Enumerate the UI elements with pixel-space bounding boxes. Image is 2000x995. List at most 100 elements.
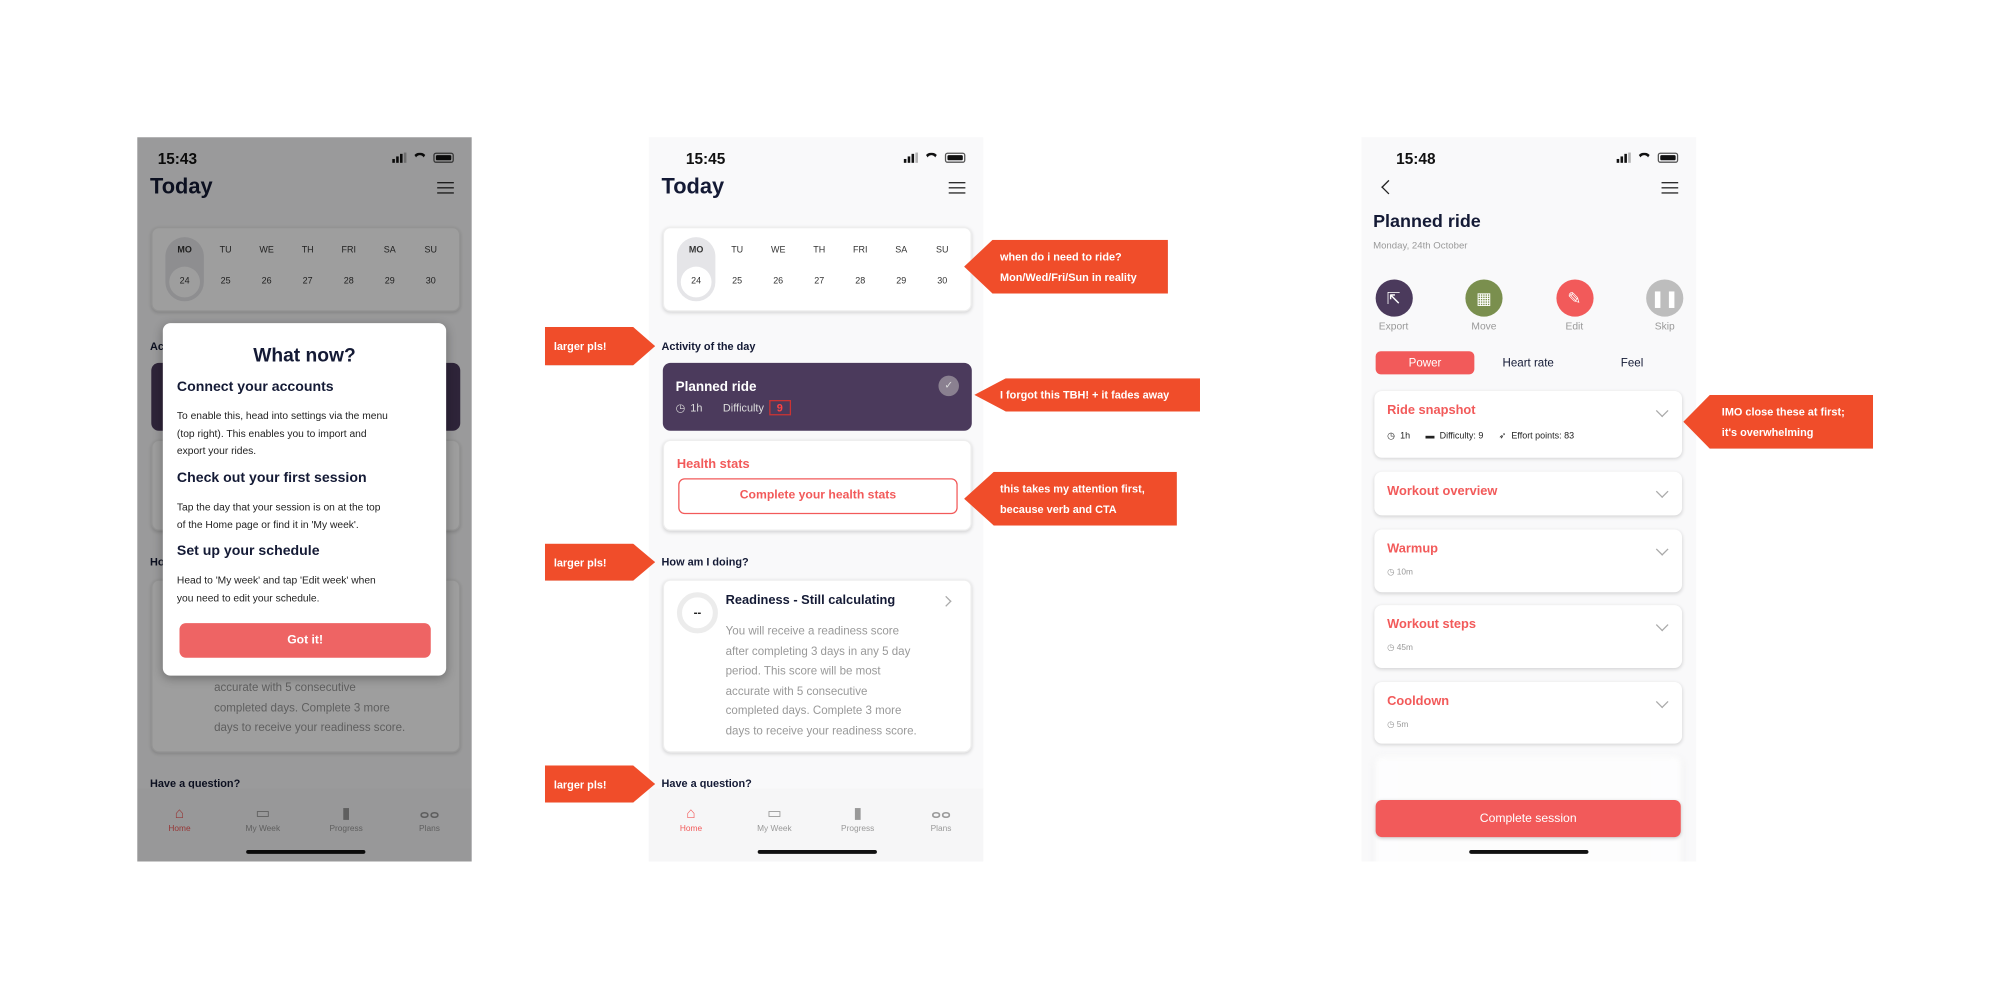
calendar-date[interactable]: 27 xyxy=(804,277,835,286)
modal-text: export your rides. xyxy=(176,444,257,457)
wifi-icon xyxy=(924,152,939,163)
annotation-text: Mon/Wed/Fri/Sun in reality xyxy=(999,270,1137,284)
nav-label: Progress xyxy=(841,824,875,834)
calendar-day-label[interactable]: SU xyxy=(927,246,958,255)
nav-label: Plans xyxy=(930,824,952,834)
workout-overview-card[interactable]: Workout overview xyxy=(1374,471,1683,516)
modal-text: To enable this, head into settings via t… xyxy=(176,410,388,422)
readiness-title: Readiness - Still calculating xyxy=(725,593,896,608)
signal-icon xyxy=(903,152,918,163)
battery-icon xyxy=(944,152,966,163)
nav-item-plans[interactable]: ⴰⴰ Plans xyxy=(903,804,980,833)
annotation-snapshot: IMO close these at first; it's overwhelm… xyxy=(1683,394,1874,449)
difficulty-label: Difficulty xyxy=(722,401,764,415)
calendar-day-label[interactable]: TH xyxy=(804,246,835,255)
week-calendar: MO 24 TU 25 WE 26 TH 27 FRI 28 SA 29 SU 30 xyxy=(662,226,972,312)
chevron-down-icon[interactable] xyxy=(1655,485,1669,499)
calendar-day-label[interactable]: MO xyxy=(681,246,712,255)
nav-item-progress[interactable]: ▮ Progress xyxy=(819,804,896,833)
home-indicator xyxy=(1469,849,1589,854)
calendar-date[interactable]: 25 xyxy=(722,277,753,286)
calendar-date[interactable]: 30 xyxy=(927,277,958,286)
home-indicator xyxy=(757,849,877,854)
check-icon[interactable]: ✓ xyxy=(938,375,959,397)
health-stats-card: Health stats Complete your health stats xyxy=(662,439,972,531)
annotation-text: IMO close these at first; xyxy=(1721,405,1845,418)
canvas: 15:43 Today MO 24 TU 25 WE 26 TH 27 FRI 28 SA… xyxy=(0,0,2000,995)
card-title: Ride snapshot xyxy=(1387,403,1476,418)
complete-session-button[interactable]: Complete session xyxy=(1375,799,1681,838)
cooldown-card[interactable]: Cooldown ◷ 5m xyxy=(1374,682,1683,744)
section-duration: 45m xyxy=(1396,643,1413,653)
snapshot-difficulty: Difficulty: 9 xyxy=(1439,431,1484,441)
card-title: Workout overview xyxy=(1387,484,1498,499)
rocket-icon: ➶ xyxy=(1498,432,1507,442)
annotation-text: it's overwhelming xyxy=(1721,425,1814,439)
complete-health-stats-button[interactable]: Complete your health stats xyxy=(678,478,958,515)
export-button[interactable]: ⇱ Export xyxy=(1368,279,1419,332)
planned-ride-card[interactable]: Planned ride ◷ 1h Difficulty 9 ✓ xyxy=(662,362,972,431)
chevron-down-icon[interactable] xyxy=(1655,543,1669,556)
warmup-card[interactable]: Warmup ◷ 10m xyxy=(1374,529,1683,593)
annotation-larger: larger pls! xyxy=(544,765,656,803)
got-it-button[interactable]: Got it! xyxy=(179,623,431,658)
calendar-date[interactable]: 28 xyxy=(845,277,876,286)
readiness-card[interactable]: -- Readiness - Still calculating You wil… xyxy=(662,579,972,753)
modal-text: you need to edit your schedule. xyxy=(176,591,320,604)
ride-snapshot-card[interactable]: Ride snapshot ◷ 1h ▬ Difficulty: 9 ➶ Effort… xyxy=(1374,391,1683,458)
tab-feel[interactable]: Feel xyxy=(1581,351,1684,374)
calendar-date[interactable]: 29 xyxy=(886,277,917,286)
action-label: Move xyxy=(1471,320,1497,333)
move-button[interactable]: ▦ Move xyxy=(1458,279,1509,332)
bar-chart-icon: ▮ xyxy=(853,803,862,822)
section-duration: 10m xyxy=(1396,567,1413,577)
annotation-check: I forgot this TBH! + it fades away xyxy=(974,378,1200,412)
readiness-text: You will receive a readiness score xyxy=(725,624,900,638)
modal-text: Tap the day that your session is on at t… xyxy=(176,501,381,513)
calendar-icon: ▭ xyxy=(767,803,782,822)
clock-icon: ◷ xyxy=(1387,432,1396,442)
what-now-modal: What now? Connect your accounts To enabl… xyxy=(162,323,447,676)
action-label: Skip xyxy=(1654,320,1675,333)
signal-icon xyxy=(1616,152,1631,163)
calendar-day-label[interactable]: SA xyxy=(886,246,917,255)
menu-icon[interactable] xyxy=(1661,182,1679,194)
how-am-i-doing-heading: How am I doing? xyxy=(661,555,749,568)
chevron-down-icon[interactable] xyxy=(1655,618,1669,632)
calendar-date[interactable]: 26 xyxy=(763,277,794,286)
chevron-down-icon[interactable] xyxy=(1655,695,1669,709)
nav-item-my-week[interactable]: ▭ My Week xyxy=(736,804,813,833)
status-time: 15:48 xyxy=(1396,149,1436,168)
chevron-down-icon[interactable] xyxy=(1655,404,1669,418)
back-icon[interactable] xyxy=(1381,179,1396,195)
readiness-text: accurate with 5 consecutive xyxy=(725,684,868,698)
calendar-day-label[interactable]: FRI xyxy=(845,246,876,255)
calendar-day-label[interactable]: WE xyxy=(763,246,794,255)
phone-screen-home: 15:45 Today MO 24 TU 25 WE 26 TH 27 FRI 28 SA… xyxy=(648,137,984,862)
menu-icon[interactable] xyxy=(948,182,966,194)
annotation-text: this takes my attention first, xyxy=(999,482,1145,495)
workout-steps-card[interactable]: Workout steps ◷ 45m xyxy=(1374,605,1683,668)
export-icon: ⇱ xyxy=(1374,279,1413,317)
nav-label: My Week xyxy=(757,824,792,834)
pencil-icon: ✎ xyxy=(1555,279,1593,317)
calendar-day-label[interactable]: TU xyxy=(722,246,753,255)
nav-item-home[interactable]: ⌂ Home xyxy=(653,804,730,833)
readiness-score: -- xyxy=(676,592,718,634)
annotation-text: because verb and CTA xyxy=(999,502,1117,516)
edit-button[interactable]: ✎ Edit xyxy=(1549,279,1600,332)
tab-heart-rate[interactable]: Heart rate xyxy=(1477,351,1580,374)
annotation-larger: larger pls! xyxy=(544,326,656,366)
chevron-right-icon[interactable] xyxy=(940,595,952,607)
card-title: Workout steps xyxy=(1387,617,1477,633)
snapshot-duration: 1h xyxy=(1400,431,1411,441)
nav-label: Home xyxy=(679,824,703,834)
card-title: Cooldown xyxy=(1387,694,1450,709)
modal-text: (top right). This enables you to import … xyxy=(176,427,367,440)
annotation-calendar: when do i need to ride? Mon/Wed/Fri/Sun … xyxy=(964,239,1168,294)
calendar-date[interactable]: 24 xyxy=(681,277,712,286)
tab-power[interactable]: Power xyxy=(1375,351,1475,375)
modal-text: Head to 'My week' and tap 'Edit week' wh… xyxy=(176,574,376,586)
skip-button[interactable]: ❚❚ Skip xyxy=(1639,279,1690,332)
clock-icon: ◷ xyxy=(675,400,686,414)
